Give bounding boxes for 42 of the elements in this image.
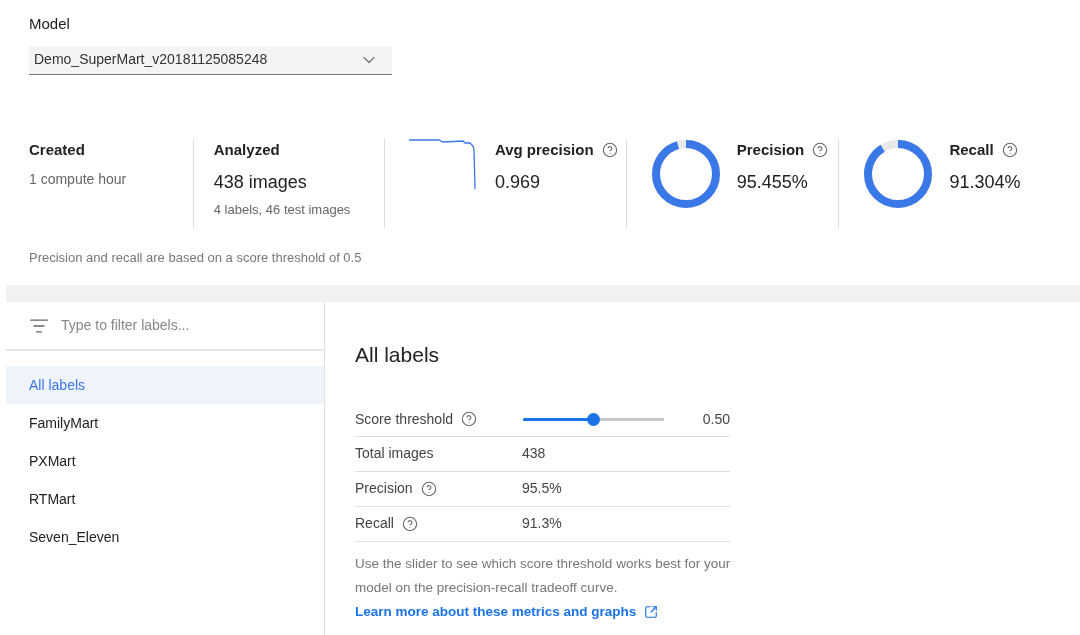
help-icon[interactable]: [1001, 141, 1018, 158]
donut-chart: [650, 138, 721, 209]
external-link-icon[interactable]: [644, 604, 659, 619]
stat-title: Created: [29, 139, 85, 160]
help-icon[interactable]: [461, 411, 478, 427]
label-item[interactable]: PXMart: [6, 442, 324, 480]
stat-value: 438 images: [213, 171, 308, 194]
label-item[interactable]: RTMart: [6, 480, 324, 518]
help-text: Use the slider to see which score threshold works best for your model on the precision-recall tradeoff curve.: [355, 554, 732, 597]
slider-thumb[interactable]: [587, 412, 600, 426]
label-item[interactable]: FamilyMart: [6, 404, 324, 442]
stat-title: Precision: [736, 139, 805, 160]
learn-more-link[interactable]: Learn more about these metrics and graphs: [355, 599, 637, 624]
label-item[interactable]: Seven_Eleven: [6, 518, 324, 556]
help-icon[interactable]: [401, 515, 418, 532]
stat-value: 1 compute hour: [29, 170, 128, 189]
help-icon[interactable]: [812, 141, 829, 158]
stat-title: Avg precision: [494, 139, 594, 160]
row-label: Total images: [355, 444, 434, 463]
row-value: 95.5%: [522, 479, 562, 498]
filter-field[interactable]: Type to filter labels...: [61, 315, 281, 336]
section-title: All labels: [355, 342, 441, 368]
row-label: Precision: [355, 479, 413, 498]
row-label: Score threshold: [355, 409, 454, 429]
threshold-note: Precision and recall are based on a score threshold of 0.5: [29, 248, 363, 267]
label-item[interactable]: All labels: [6, 366, 324, 404]
stat-value: 0.969: [494, 171, 541, 194]
row-value: 438: [522, 444, 546, 463]
field-label: Model: [29, 14, 71, 34]
stat-value: 91.304%: [949, 171, 1021, 194]
help-icon[interactable]: [420, 480, 437, 497]
row-value: 91.3%: [522, 514, 562, 533]
stat-subtitle: 4 labels, 46 test images: [213, 201, 352, 219]
model-dropdown[interactable]: Demo_SuperMart_v20181125085248: [29, 45, 392, 75]
stat-value: 95.455%: [736, 171, 809, 194]
row-label: Recall: [355, 514, 394, 533]
help-icon[interactable]: [601, 141, 618, 158]
slider-reading: 0.50: [702, 409, 730, 429]
stat-title: Recall: [949, 139, 994, 160]
stat-title: Analyzed: [213, 139, 280, 160]
donut-chart: [863, 138, 934, 209]
precision-recall-curve: [408, 138, 479, 191]
